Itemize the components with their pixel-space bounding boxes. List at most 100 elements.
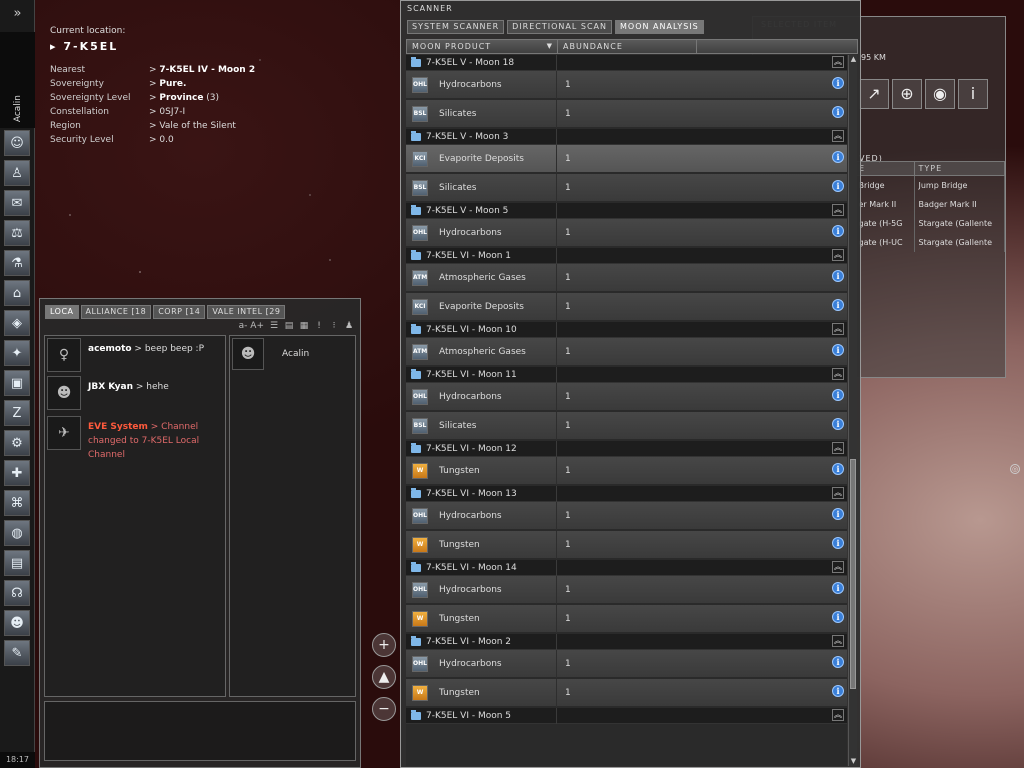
chat-tab[interactable]: VALE INTEL [29 [207,305,286,319]
portrait-icon[interactable]: ☻ [4,610,30,636]
moon-product-row[interactable]: OHL Hydrocarbons 1 i [406,650,847,678]
info-icon[interactable]: i [832,685,844,697]
info-icon[interactable]: i [832,180,844,192]
chat-tab[interactable]: LOCA [45,305,79,319]
moon-group-header[interactable]: 7-K5EL VI - Moon 5 ︽ [406,708,847,724]
journal-icon[interactable]: ▤ [4,550,30,576]
info-icon[interactable]: i [832,463,844,475]
chat-input[interactable] [44,701,356,761]
market-icon[interactable]: ⚖ [4,220,30,246]
collapse-icon[interactable]: ︽ [832,709,844,721]
info-icon[interactable]: i [832,106,844,118]
collapse-icon[interactable]: ︽ [832,442,844,454]
location-value[interactable]: > Province (3) [149,91,219,105]
moon-group-header[interactable]: 7-K5EL VI - Moon 2 ︽ [406,634,847,650]
info-icon[interactable]: i [832,225,844,237]
people-icon[interactable]: ☺ [4,130,30,156]
collapse-icon[interactable]: ︽ [832,368,844,380]
assets-icon[interactable]: ▣ [4,370,30,396]
overview-row[interactable]: gate (H-5G Stargate (Gallente [855,213,1005,233]
scroll-thumb[interactable] [850,459,856,689]
avatar[interactable]: ♀ [47,338,81,372]
collapse-icon[interactable]: ︽ [832,323,844,335]
info-icon[interactable]: i [832,611,844,623]
scanner-tab[interactable]: SYSTEM SCANNER [407,20,505,34]
member-item[interactable]: ☻ Acalin [232,338,309,370]
info-icon[interactable]: i [832,537,844,549]
location-value[interactable]: > Vale of the Silent [149,119,236,133]
notepad-icon[interactable]: ✎ [4,640,30,666]
detail-view-icon[interactable]: ▤ [284,321,294,331]
info-icon[interactable]: i [832,77,844,89]
grid-view-icon[interactable]: ▦ [299,321,309,331]
moon-product-row[interactable]: BSL Silicates 1 i [406,174,847,202]
moon-product-row[interactable]: OHL Hydrocarbons 1 i [406,502,847,530]
chat-messages[interactable]: ♀ acemoto > beep beep :P ☻ JBX Kyan > hehe ✈… [44,335,226,697]
moon-group-header[interactable]: 7-K5EL V - Moon 5 ︽ [406,203,847,219]
moon-product-row[interactable]: KCI Evaporite Deposits 1 i [406,145,847,173]
overview-row[interactable]: Bridge Jump Bridge [855,175,1005,195]
message-sender[interactable]: EVE System [88,422,148,432]
info-icon[interactable]: i [832,344,844,356]
moon-product-row[interactable]: OHL Hydrocarbons 1 i [406,219,847,247]
info-icon[interactable]: i [832,418,844,430]
column-moon-product[interactable]: MOON PRODUCT ▼ [407,40,558,53]
moon-group-header[interactable]: 7-K5EL VI - Moon 14 ︽ [406,560,847,576]
moon-group-header[interactable]: 7-K5EL VI - Moon 11 ︽ [406,367,847,383]
scroll-up-icon[interactable]: ▲ [849,55,858,64]
message-sender[interactable]: JBX Kyan [88,382,133,392]
settings-icon[interactable]: ⁝ [329,321,339,331]
info-icon[interactable]: i [832,299,844,311]
scanner-scrollbar[interactable]: ▲ ▼ [848,55,857,766]
location-value[interactable]: > 0.0 [149,133,174,147]
info-icon[interactable]: i [832,582,844,594]
starmap-icon[interactable]: ✦ [4,340,30,366]
moon-product-row[interactable]: KCI Evaporite Deposits 1 i [406,293,847,321]
moon-group-header[interactable]: 7-K5EL V - Moon 18 ︽ [406,55,847,71]
message-sender[interactable]: acemoto [88,344,132,354]
moon-product-row[interactable]: OHL Hydrocarbons 1 i [406,383,847,411]
moon-group-header[interactable]: 7-K5EL VI - Moon 1 ︽ [406,248,847,264]
zoom-in-icon[interactable]: + [372,633,396,657]
collapse-icon[interactable]: ︽ [832,204,844,216]
corp-icon[interactable]: ⌂ [4,280,30,306]
overview-column-header[interactable]: E [854,161,916,176]
info-icon[interactable]: i [832,508,844,520]
chat-member-list[interactable]: ☻ Acalin [229,335,356,697]
overview-row[interactable]: er Mark II Badger Mark II [855,194,1005,214]
overview-row[interactable]: gate (H-UC Stargate (Gallente [855,232,1005,252]
alert-icon[interactable]: ! [314,321,324,331]
scanner-tab[interactable]: DIRECTIONAL SCAN [507,20,612,34]
chat-tab[interactable]: ALLIANCE [18 [80,305,152,319]
moon-product-row[interactable]: ATM Atmospheric Gases 1 i [406,338,847,366]
location-value[interactable]: > 0SJ7-I [149,105,185,119]
column-abundance[interactable]: ABUNDANCE [558,40,697,53]
collapse-icon[interactable]: ︽ [832,561,844,573]
scroll-down-icon[interactable]: ▼ [849,757,858,766]
moon-product-row[interactable]: OHL Hydrocarbons 1 i [406,71,847,99]
character-icon[interactable]: ♙ [4,160,30,186]
look-at-icon[interactable]: ◉ [925,79,955,109]
help-icon[interactable]: ✚ [4,460,30,486]
scanner-tab[interactable]: MOON ANALYSIS [615,20,704,34]
target-icon[interactable]: ⊕ [892,79,922,109]
info-icon[interactable]: i [832,151,844,163]
planet-icon[interactable]: ◍ [4,520,30,546]
info-icon[interactable]: i [832,270,844,282]
moon-group-header[interactable]: 7-K5EL VI - Moon 12 ︽ [406,441,847,457]
moon-product-row[interactable]: BSL Silicates 1 i [406,412,847,440]
moon-group-header[interactable]: 7-K5EL V - Moon 3 ︽ [406,129,847,145]
approach-icon[interactable]: ↗ [859,79,889,109]
moon-product-row[interactable]: W Tungsten 1 i [406,679,847,707]
zoom-out-icon[interactable]: − [372,697,396,721]
list-view-icon[interactable]: ☰ [269,321,279,331]
moon-group-header[interactable]: 7-K5EL VI - Moon 13 ︽ [406,486,847,502]
character-tab[interactable]: Acalin [0,32,35,128]
moon-product-row[interactable]: BSL Silicates 1 i [406,100,847,128]
moon-product-row[interactable]: W Tungsten 1 i [406,605,847,633]
moon-product-row[interactable]: W Tungsten 1 i [406,457,847,485]
location-value[interactable]: > 7-K5EL IV - Moon 2 [149,63,255,77]
avatar[interactable]: ☻ [47,376,81,410]
headset-icon[interactable]: ☊ [4,580,30,606]
fitting-icon[interactable]: ⚙ [4,430,30,456]
